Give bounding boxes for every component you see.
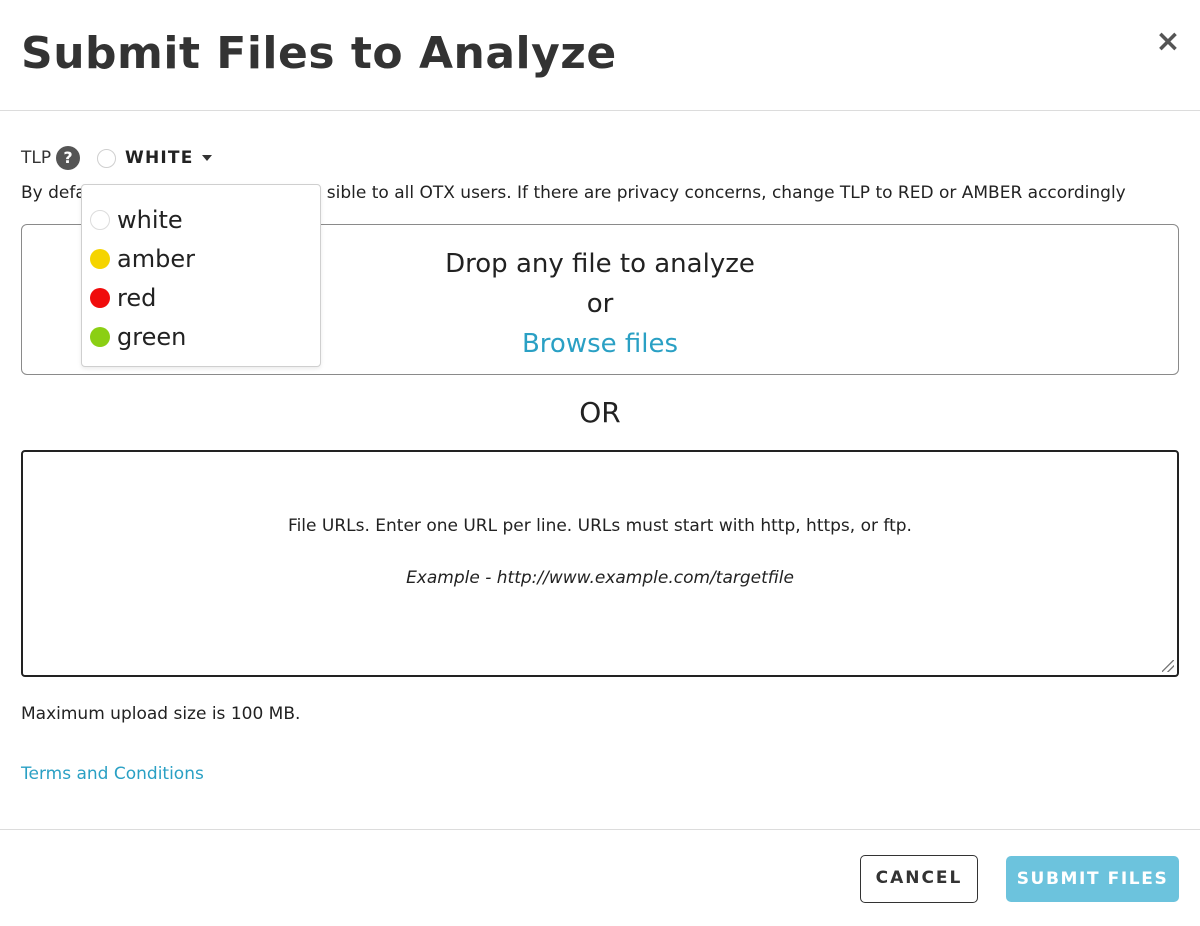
tlp-option-label: green <box>117 323 187 351</box>
tlp-info-prefix: By defa <box>21 183 86 203</box>
caret-down-icon <box>201 155 212 161</box>
or-separator: OR <box>579 396 621 429</box>
tlp-info-suffix: sible to all OTX users. If there are pri… <box>326 183 1126 203</box>
max-upload-size: Maximum upload size is 100 MB. <box>21 704 301 724</box>
resize-handle-icon[interactable] <box>1162 660 1174 672</box>
tlp-option-white[interactable]: white <box>90 205 183 235</box>
tlp-selected-label: WHITE <box>125 148 194 168</box>
footer-divider <box>0 829 1200 830</box>
tlp-option-green[interactable]: green <box>90 322 186 352</box>
amber-dot-icon <box>90 249 110 269</box>
tlp-option-red[interactable]: red <box>90 283 156 313</box>
close-icon[interactable]: × <box>1152 26 1184 58</box>
tlp-option-label: white <box>117 206 183 234</box>
tlp-option-amber[interactable]: amber <box>90 244 195 274</box>
terms-and-conditions-link[interactable]: Terms and Conditions <box>21 764 204 784</box>
modal-title: Submit Files to Analyze <box>21 28 617 79</box>
tlp-label: TLP <box>21 148 52 168</box>
tlp-option-label: amber <box>117 245 195 273</box>
green-dot-icon <box>90 327 110 347</box>
tlp-dropdown-menu: white amber red green <box>81 184 321 367</box>
white-dot-icon <box>90 210 110 230</box>
tlp-select[interactable]: WHITE <box>97 146 212 170</box>
file-urls-textarea[interactable]: File URLs. Enter one URL per line. URLs … <box>21 450 1179 677</box>
help-icon[interactable]: ? <box>56 146 80 170</box>
submit-files-button[interactable]: SUBMIT FILES <box>1006 856 1179 902</box>
urls-placeholder-example: Example - http://www.example.com/targetf… <box>406 568 794 588</box>
cancel-button[interactable]: CANCEL <box>860 855 978 903</box>
tlp-selected-radio-icon <box>97 148 116 168</box>
tlp-option-label: red <box>117 284 157 312</box>
header-divider <box>0 110 1200 111</box>
red-dot-icon <box>90 288 110 308</box>
urls-placeholder-line1: File URLs. Enter one URL per line. URLs … <box>288 516 912 536</box>
